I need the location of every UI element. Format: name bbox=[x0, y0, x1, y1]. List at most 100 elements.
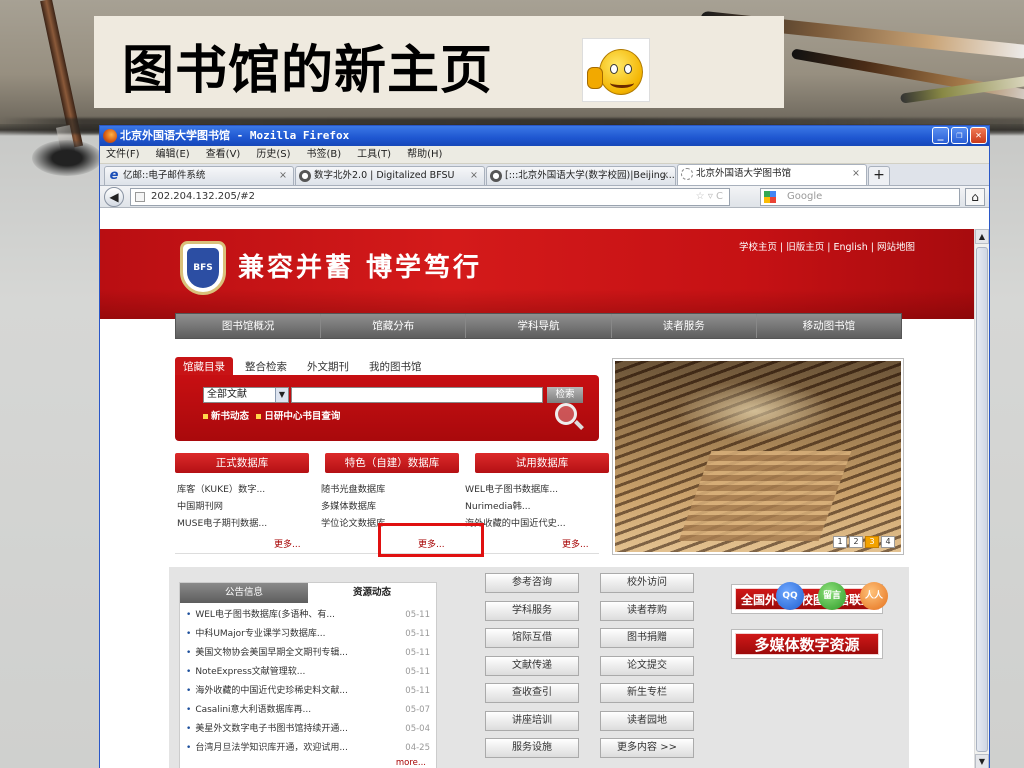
message-icon[interactable]: 留言 bbox=[818, 582, 846, 610]
notice-title[interactable]: WEL电子图书数据库(多语种、有... bbox=[186, 606, 386, 625]
service-button[interactable]: 图书捐赠 bbox=[600, 628, 694, 648]
scroll-up-icon[interactable]: ▲ bbox=[975, 229, 989, 244]
top-links[interactable]: 学校主页 | 旧版主页 | English | 网站地图 bbox=[739, 239, 915, 253]
nav-item[interactable]: 移动图书馆 bbox=[757, 314, 901, 338]
google-icon[interactable] bbox=[764, 191, 776, 203]
qq-icon[interactable]: QQ bbox=[776, 582, 804, 610]
tab-email[interactable]: e 亿邮::电子邮件系统 × bbox=[104, 166, 294, 185]
doc-type-select[interactable]: 全部文献 ▼ bbox=[203, 387, 289, 403]
nav-item[interactable]: 馆藏分布 bbox=[321, 314, 467, 338]
menu-history[interactable]: 历史(S) bbox=[256, 146, 290, 163]
minimize-button[interactable]: _ bbox=[932, 127, 949, 144]
notice-title[interactable]: NoteExpress文献管理软... bbox=[186, 663, 386, 682]
close-button[interactable]: ✕ bbox=[970, 127, 987, 144]
search-tab-integrated[interactable]: 整合检索 bbox=[237, 357, 295, 377]
tab-close-icon[interactable]: × bbox=[470, 167, 478, 185]
promo-banner-multimedia[interactable]: 多媒体数字资源 bbox=[731, 629, 883, 659]
notice-title[interactable]: Casalini意大利语数据库再... bbox=[186, 701, 386, 720]
search-keyword-input[interactable] bbox=[291, 387, 543, 403]
bfsu-logo[interactable]: BFS bbox=[180, 241, 226, 295]
chevron-down-icon[interactable]: ▼ bbox=[275, 388, 288, 402]
library-photo[interactable]: 1 2 3 4 bbox=[613, 359, 903, 554]
notice-title[interactable]: 海外收藏的中国近代史珍稀史料文献... bbox=[186, 682, 386, 701]
tab-digital-bfsu[interactable]: ● 数字北外2.0 | Digitalized BFSU × bbox=[295, 166, 485, 185]
new-books-link[interactable]: 新书动态 bbox=[203, 411, 249, 422]
photo-page[interactable]: 4 bbox=[881, 536, 895, 548]
photo-page[interactable]: 2 bbox=[849, 536, 863, 548]
service-button[interactable]: 读者园地 bbox=[600, 711, 694, 731]
scroll-down-icon[interactable]: ▼ bbox=[975, 754, 989, 768]
list-item[interactable]: 美星外文数字电子书图书馆持续开通... 05-04 bbox=[186, 720, 430, 739]
window-titlebar[interactable]: 北京外国语大学图书馆 - Mozilla Firefox _ ❐ ✕ bbox=[100, 126, 989, 146]
db-link[interactable]: MUSE电子期刊数据... bbox=[177, 515, 311, 532]
photo-page-active[interactable]: 3 bbox=[865, 536, 879, 548]
notice-title[interactable]: 美国文物协会美国早期全文期刊专辑... bbox=[186, 644, 386, 663]
menu-view[interactable]: 查看(V) bbox=[206, 146, 241, 163]
service-button[interactable]: 校外访问 bbox=[600, 573, 694, 593]
notice-more-link[interactable]: more... bbox=[396, 758, 426, 768]
db-link[interactable]: 中国期刊网 bbox=[177, 498, 311, 515]
service-button[interactable]: 新生专栏 bbox=[600, 683, 694, 703]
new-tab-button[interactable]: + bbox=[868, 166, 890, 185]
notice-title[interactable]: 中科UMajor专业课学习数据库... bbox=[186, 625, 386, 644]
service-button[interactable]: 参考咨询 bbox=[485, 573, 579, 593]
home-button[interactable]: ⌂ bbox=[965, 188, 985, 206]
nav-item[interactable]: 图书馆概况 bbox=[176, 314, 322, 338]
search-tab-catalog[interactable]: 馆藏目录 bbox=[175, 357, 233, 377]
site-identity-icon[interactable] bbox=[135, 192, 145, 202]
service-button-more[interactable]: 更多内容 >> bbox=[600, 738, 694, 758]
list-item[interactable]: 海外收藏的中国近代史珍稀史料文献... 05-11 bbox=[186, 682, 430, 701]
list-item[interactable]: Casalini意大利语数据库再... 05-07 bbox=[186, 701, 430, 720]
service-button[interactable]: 读者荐购 bbox=[600, 601, 694, 621]
service-button[interactable]: 论文提交 bbox=[600, 656, 694, 676]
service-button[interactable]: 讲座培训 bbox=[485, 711, 579, 731]
back-button[interactable]: ◀ bbox=[104, 187, 124, 207]
notice-title[interactable]: 台湾月旦法学知识库开通，欢迎试用... bbox=[186, 739, 386, 758]
db-link[interactable]: 海外收藏的中国近代史... bbox=[465, 515, 599, 532]
nav-item[interactable]: 学科导航 bbox=[466, 314, 612, 338]
db-link[interactable]: 库客（KUKE）数字... bbox=[177, 481, 311, 498]
service-button[interactable]: 学科服务 bbox=[485, 601, 579, 621]
photo-page[interactable]: 1 bbox=[833, 536, 847, 548]
tab-library[interactable]: 北京外国语大学图书馆 × bbox=[677, 164, 867, 185]
japan-center-link[interactable]: 日研中心书目查询 bbox=[256, 411, 340, 422]
service-button[interactable]: 查收查引 bbox=[485, 683, 579, 703]
search-tab-my-library[interactable]: 我的图书馆 bbox=[361, 357, 430, 377]
restore-button[interactable]: ❐ bbox=[951, 127, 968, 144]
menu-edit[interactable]: 编辑(E) bbox=[156, 146, 190, 163]
list-item[interactable]: NoteExpress文献管理软... 05-11 bbox=[186, 663, 430, 682]
list-item[interactable]: 中科UMajor专业课学习数据库... 05-11 bbox=[186, 625, 430, 644]
url-bar[interactable]: 202.204.132.205/#2 ☆ ▿ C bbox=[130, 188, 730, 206]
db-head-official[interactable]: 正式数据库 bbox=[175, 453, 309, 473]
db-head-trial[interactable]: 试用数据库 bbox=[475, 453, 609, 473]
renren-icon[interactable]: 人人 bbox=[860, 582, 888, 610]
service-button[interactable]: 服务设施 bbox=[485, 738, 579, 758]
more-link[interactable]: 更多... bbox=[562, 537, 589, 550]
service-button[interactable]: 馆际互借 bbox=[485, 628, 579, 648]
more-link[interactable]: 更多... bbox=[274, 537, 301, 550]
tab-close-icon[interactable]: × bbox=[279, 167, 287, 185]
list-item[interactable]: 美国文物协会美国早期全文期刊专辑... 05-11 bbox=[186, 644, 430, 663]
db-link[interactable]: 多媒体数据库 bbox=[321, 498, 455, 515]
tab-close-icon[interactable]: × bbox=[852, 165, 860, 183]
search-bar[interactable]: Google ⚲ bbox=[760, 188, 981, 206]
db-link[interactable]: Nurimedia韩... bbox=[465, 498, 599, 515]
search-tab-journals[interactable]: 外文期刊 bbox=[299, 357, 357, 377]
search-button[interactable]: 检索 bbox=[547, 387, 583, 403]
db-link[interactable]: WEL电子图书数据库... bbox=[465, 481, 599, 498]
db-link[interactable]: 随书光盘数据库 bbox=[321, 481, 455, 498]
list-item[interactable]: WEL电子图书数据库(多语种、有... 05-11 bbox=[186, 606, 430, 625]
tab-announcements[interactable]: 公告信息 bbox=[180, 583, 308, 603]
tab-close-icon[interactable]: × bbox=[661, 167, 669, 185]
tab-resource-news[interactable]: 资源动态 bbox=[308, 583, 436, 603]
notice-title[interactable]: 美星外文数字电子书图书馆持续开通... bbox=[186, 720, 386, 739]
list-item[interactable]: 台湾月旦法学知识库开通，欢迎试用... 04-25 bbox=[186, 739, 430, 758]
nav-item[interactable]: 读者服务 bbox=[612, 314, 757, 338]
bookmark-star-icon[interactable]: ☆ ▿ C bbox=[696, 189, 723, 205]
vertical-scrollbar[interactable]: ▲ ▼ bbox=[974, 229, 989, 768]
menu-help[interactable]: 帮助(H) bbox=[407, 146, 442, 163]
scroll-thumb[interactable] bbox=[976, 247, 988, 752]
menu-tools[interactable]: 工具(T) bbox=[357, 146, 391, 163]
db-head-special[interactable]: 特色（自建）数据库 bbox=[325, 453, 459, 473]
service-button-doc-delivery[interactable]: 文献传递 bbox=[485, 656, 579, 676]
